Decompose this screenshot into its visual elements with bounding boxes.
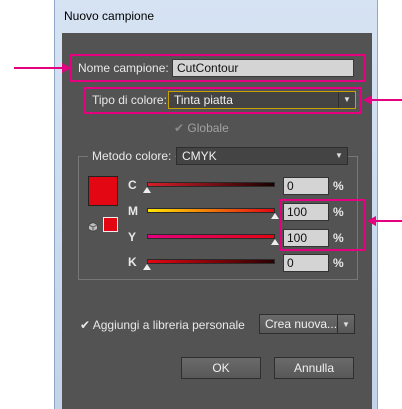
cube-icon[interactable] xyxy=(88,219,98,232)
color-type-value: Tinta piatta xyxy=(174,93,233,107)
checkmark-icon: ✔ xyxy=(174,121,185,135)
color-mode-dropdown[interactable]: CMYK ▼ xyxy=(176,147,348,165)
global-checkbox[interactable]: ✔ Globale xyxy=(174,121,229,135)
channel-m-label: M xyxy=(128,204,138,218)
channel-c-thumb[interactable] xyxy=(143,187,151,193)
channel-y-label: Y xyxy=(128,230,137,244)
arrow-right-icon xyxy=(14,63,71,73)
channel-c-label: C xyxy=(128,178,137,192)
swatch-name-input[interactable]: CutContour xyxy=(172,59,354,77)
values-highlight xyxy=(280,199,366,251)
create-new-label: Crea nuova... xyxy=(265,317,338,331)
chevron-down-icon: ▼ xyxy=(335,151,343,160)
channel-k-unit: % xyxy=(333,256,344,270)
channel-m-thumb[interactable] xyxy=(271,213,279,219)
color-mode-value: CMYK xyxy=(182,149,217,163)
cancel-button[interactable]: Annulla xyxy=(274,357,354,379)
channel-k-thumb[interactable] xyxy=(143,264,151,270)
window-title: Nuovo campione xyxy=(64,9,155,23)
arrow-left-icon xyxy=(363,95,402,105)
gamut-swatch[interactable] xyxy=(103,217,118,232)
channel-y-slider[interactable] xyxy=(147,234,275,239)
color-type-label: Tipo di colore: xyxy=(92,93,167,107)
color-preview-swatch xyxy=(88,176,118,206)
chevron-down-icon: ▼ xyxy=(338,92,355,108)
chevron-down-icon: ▼ xyxy=(337,315,354,333)
add-to-library-checkbox[interactable]: ✔ Aggiungi a libreria personale xyxy=(80,318,245,332)
swatch-name-label: Nome campione: xyxy=(78,61,169,75)
ok-button[interactable]: OK xyxy=(181,357,261,379)
channel-y-thumb[interactable] xyxy=(271,239,279,245)
channel-m-slider[interactable] xyxy=(147,208,275,213)
checkmark-icon: ✔ xyxy=(80,318,91,332)
add-to-library-label: Aggiungi a libreria personale xyxy=(92,318,245,332)
channel-k-input[interactable]: 0 xyxy=(283,254,329,272)
channel-c-input[interactable]: 0 xyxy=(283,177,329,195)
arrow-left-icon xyxy=(367,216,402,226)
global-label: Globale xyxy=(187,121,229,135)
color-type-dropdown[interactable]: Tinta piatta ▼ xyxy=(168,91,356,109)
channel-k-slider[interactable] xyxy=(147,259,275,264)
channel-c-slider[interactable] xyxy=(147,182,275,187)
channel-k-label: K xyxy=(128,255,137,269)
create-new-dropdown[interactable]: Crea nuova... ▼ xyxy=(259,314,355,334)
color-mode-label: Metodo colore: xyxy=(88,149,176,163)
channel-c-unit: % xyxy=(333,179,344,193)
